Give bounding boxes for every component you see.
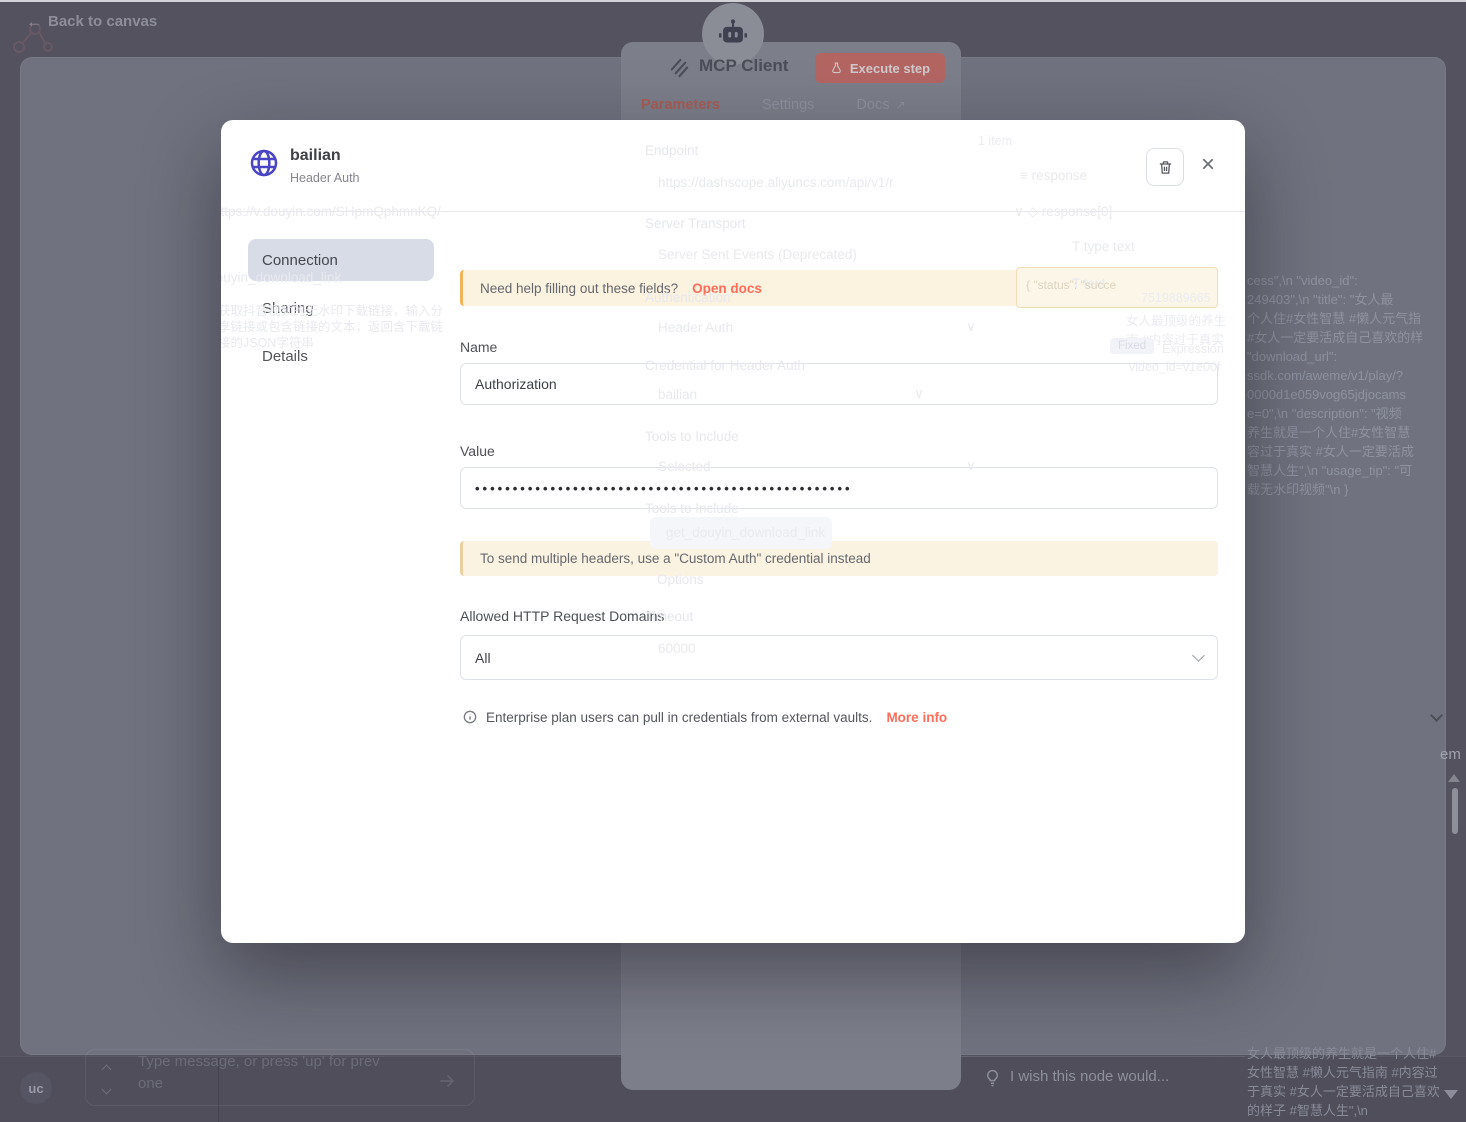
external-link-icon: ↗: [895, 98, 906, 112]
json-line: 于真实 #女人一定要活成自己喜欢: [1247, 1084, 1439, 1099]
mcp-client-node-icon: [670, 58, 689, 78]
ghost-text: Fixed: [1110, 338, 1155, 354]
node-tab-settings[interactable]: Settings: [762, 97, 814, 113]
user-avatar[interactable]: uc: [20, 1072, 52, 1104]
trash-icon: [1159, 160, 1171, 174]
json-line: "download_url":: [1247, 349, 1338, 364]
ghost-text: Server Transport: [645, 216, 746, 231]
credential-menu-sharing[interactable]: Sharing: [248, 287, 434, 329]
globe-icon: [250, 149, 278, 177]
ghost-text: ≡ response: [1020, 168, 1088, 183]
back-to-canvas-link[interactable]: Back to canvas: [48, 13, 157, 30]
ghost-text: Endpoint: [645, 143, 699, 158]
json-line: 249403",\n "title": "女人最: [1247, 292, 1394, 307]
delete-credential-button[interactable]: [1146, 148, 1184, 186]
value-field-input[interactable]: ••••••••••••••••••••••••••••••••••••••••…: [460, 467, 1218, 509]
domains-select-value: All: [475, 649, 491, 666]
node-tabs: Parameters Settings Docs ↗: [641, 97, 906, 113]
json-line: 智慧人生",\n "usage_tip": "可: [1247, 463, 1413, 478]
domains-select[interactable]: All: [460, 635, 1218, 680]
credential-menu: Connection Sharing Details: [248, 239, 434, 383]
app-canvas: ← Back to canvas INPUT MappingFrom AI Sc…: [0, 0, 1466, 1122]
node-feedback-row[interactable]: I wish this node would...: [960, 1056, 1245, 1122]
ghost-text: ∨ ◇ response[0]: [1014, 204, 1113, 219]
json-line: 的样子 #智慧人生",\n: [1247, 1103, 1368, 1118]
ghost-text: Tools to Include: [645, 429, 739, 444]
ghost-text: Header Auth: [658, 320, 734, 335]
output-json-fragment-bottom: 女人最顶级的养生就是一个人住# 女性智慧 #懒人元气指南 #内容过 于真实 #女人一…: [1247, 1044, 1439, 1122]
flask-icon: [832, 62, 841, 73]
node-tab-docs[interactable]: Docs ↗: [856, 97, 905, 113]
json-line: 0000d1e059vog65jdjocams: [1247, 387, 1407, 402]
ghost-text: ∨: [966, 319, 976, 334]
multiple-headers-notice: To send multiple headers, use a "Custom …: [460, 541, 1218, 576]
back-arrow-icon[interactable]: ←: [26, 12, 43, 32]
node-title: MCP Client: [699, 56, 789, 75]
send-message-icon[interactable]: [437, 1070, 459, 1092]
json-line: 个人住#女性智慧 #懒人元气指: [1247, 311, 1422, 326]
json-line: e=0",\n "description": "视频: [1247, 406, 1402, 421]
credential-edit-modal: bailian Header Auth × Connection Sharing D…: [221, 120, 1245, 943]
name-field-input[interactable]: Authorization: [460, 363, 1218, 405]
info-icon: [463, 710, 477, 724]
output-json-fragment: cess",\n "video_id": 249403",\n "title": …: [1247, 271, 1448, 503]
help-notice: Need help filling out these fields? Open…: [460, 270, 1218, 306]
json-line: 女人最顶级的养生就是一个人住#: [1247, 1046, 1437, 1061]
node-feedback-placeholder: I wish this node would...: [1010, 1068, 1170, 1085]
clipped-item-count: em: [1440, 746, 1461, 763]
execute-step-button[interactable]: Execute step: [815, 53, 945, 83]
robot-icon: [718, 19, 748, 43]
scrollbar-thumb[interactable]: [1452, 788, 1458, 834]
name-field-label: Name: [460, 339, 498, 355]
ghost-text: Expression: [1162, 342, 1224, 356]
chat-input-placeholder: Type message, or press 'up' for prev one: [138, 1053, 380, 1092]
modal-header-divider: [221, 211, 1245, 212]
open-docs-link[interactable]: Open docs: [692, 281, 762, 296]
json-line: ssdk.com/aweme/v1/play/?: [1247, 368, 1404, 383]
more-info-link[interactable]: More info: [886, 710, 947, 725]
execute-step-label: Execute step: [849, 60, 931, 76]
domains-field-label: Allowed HTTP Request Domains: [460, 608, 665, 624]
bottom-bar-divider: [218, 1058, 219, 1122]
ghost-text: 南 #内容过于真实: [1126, 333, 1224, 347]
ghost-text: 1 item: [978, 134, 1013, 148]
close-modal-icon[interactable]: ×: [1201, 153, 1215, 177]
ghost-text: T type text: [1072, 239, 1135, 254]
json-line: 载无水印视频"\n }: [1247, 482, 1349, 497]
credential-menu-connection[interactable]: Connection: [248, 239, 434, 281]
scroll-down-arrow-icon[interactable]: [1444, 1090, 1458, 1099]
ghost-text: https://dashscope.aliyuncs.com/api/v1/mc…: [658, 175, 893, 190]
credential-name-title: bailian: [290, 147, 341, 164]
ghost-text: 女人最顶级的养生: [1126, 314, 1227, 328]
help-notice-text: Need help filling out these fields?: [480, 280, 679, 296]
window-top-edge: [0, 0, 1466, 2]
json-line: 女性智慧 #懒人元气指南 #内容过: [1247, 1065, 1438, 1080]
json-line: 养生就是一个人住#女性智慧: [1247, 425, 1411, 440]
json-line: 容过于真实 #女人一定要活成: [1247, 444, 1414, 459]
enterprise-footer: Enterprise plan users can pull in creden…: [462, 709, 947, 725]
scroll-up-arrow-icon[interactable]: [1448, 774, 1460, 782]
credential-menu-details[interactable]: Details: [248, 335, 434, 377]
json-line: #女人一定要活成自己喜欢的样: [1247, 330, 1424, 345]
enterprise-footer-text: Enterprise plan users can pull in creden…: [486, 709, 873, 725]
ghost-text: get_douyin_download_link: [666, 525, 826, 540]
credential-type-subtitle: Header Auth: [290, 171, 360, 185]
json-line: cess",\n "video_id":: [1247, 273, 1358, 288]
node-tab-parameters[interactable]: Parameters: [641, 97, 720, 113]
value-field-label: Value: [460, 443, 495, 459]
ghost-text: Server Sent Events (Deprecated): [658, 247, 857, 262]
chevron-down-icon: [1192, 649, 1205, 662]
lightbulb-icon: [987, 1069, 998, 1087]
